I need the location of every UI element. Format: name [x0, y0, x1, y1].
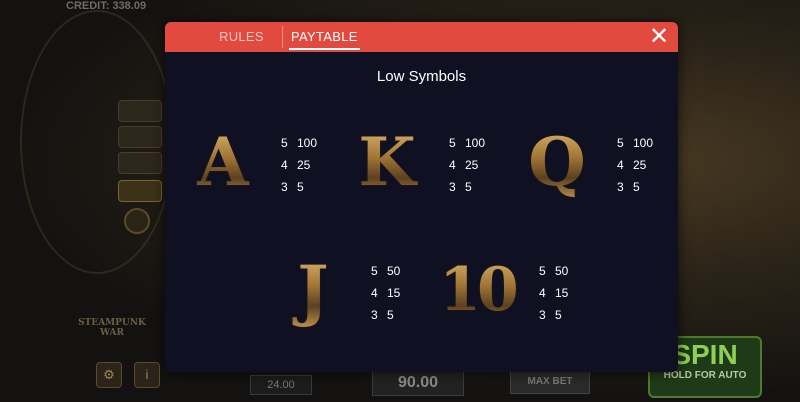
symbol-a-icon: A — [183, 122, 263, 202]
symbol-10: 10 — [437, 250, 519, 330]
payout-row: 5 50 — [371, 264, 401, 278]
tab-divider — [282, 26, 283, 48]
info-button[interactable]: i — [134, 362, 160, 388]
payout-row: 35 — [449, 180, 472, 194]
symbol-k-icon: K — [347, 122, 427, 202]
close-button[interactable]: ✕ — [648, 23, 670, 50]
side-button[interactable] — [118, 126, 162, 148]
symbol-10-icon: 10 — [437, 250, 519, 330]
info-icon: i — [145, 367, 149, 382]
credit-display: CREDIT: 338.09 — [66, 0, 147, 12]
game-logo: STEAMPUNK WAR — [78, 318, 146, 338]
paytable-a: 5 100 4 25 35 — [281, 132, 317, 198]
payout-row: 35 — [617, 180, 640, 194]
total-bet-value: 90.00 — [372, 370, 464, 396]
payout-row: 5 100 — [281, 136, 318, 150]
gear-icon: ⚙ — [103, 367, 115, 382]
payout-row: 35 — [281, 180, 304, 194]
symbol-j: J — [273, 250, 353, 330]
paytable-modal: RULES PAYTABLE ✕ Low Symbols A 5 100 4 25 … — [165, 22, 678, 372]
symbol-a: A — [183, 122, 263, 202]
tab-rules[interactable]: RULES — [219, 29, 264, 44]
side-button[interactable] — [118, 152, 162, 174]
payout-row: 4 15 — [371, 286, 401, 300]
payout-row: 4 25 — [281, 158, 311, 172]
payout-row: 4 15 — [539, 286, 569, 300]
section-title: Low Symbols — [376, 68, 467, 85]
settings-button[interactable]: ⚙ — [96, 362, 122, 388]
modal-header: RULES PAYTABLE ✕ — [165, 22, 678, 52]
symbol-j-icon: J — [273, 250, 353, 330]
payout-row: 4 25 — [449, 158, 479, 172]
max-bet-button[interactable]: MAX BET — [510, 370, 590, 394]
close-icon: ✕ — [648, 23, 670, 50]
paytable-j: 5 50 4 15 35 — [371, 260, 400, 326]
paytable-10: 5 50 4 15 35 — [539, 260, 568, 326]
payout-row: 35 — [371, 308, 394, 322]
side-button[interactable] — [118, 180, 162, 202]
bet-value: 24.00 — [250, 375, 312, 395]
payout-row: 5 100 — [449, 136, 486, 150]
clock-icon — [124, 208, 150, 234]
symbol-k: K — [347, 122, 427, 202]
paytable-k: 5 100 4 25 35 — [449, 132, 485, 198]
payout-row: 4 25 — [617, 158, 647, 172]
payout-row: 5 100 — [617, 136, 654, 150]
payout-row: 5 50 — [539, 264, 569, 278]
tab-paytable[interactable]: PAYTABLE — [289, 29, 360, 50]
payout-row: 35 — [539, 308, 562, 322]
paytable-q: 5 100 4 25 35 — [617, 132, 653, 198]
symbol-q-icon: Q — [517, 122, 597, 202]
side-button[interactable] — [118, 100, 162, 122]
symbol-q: Q — [517, 122, 597, 202]
